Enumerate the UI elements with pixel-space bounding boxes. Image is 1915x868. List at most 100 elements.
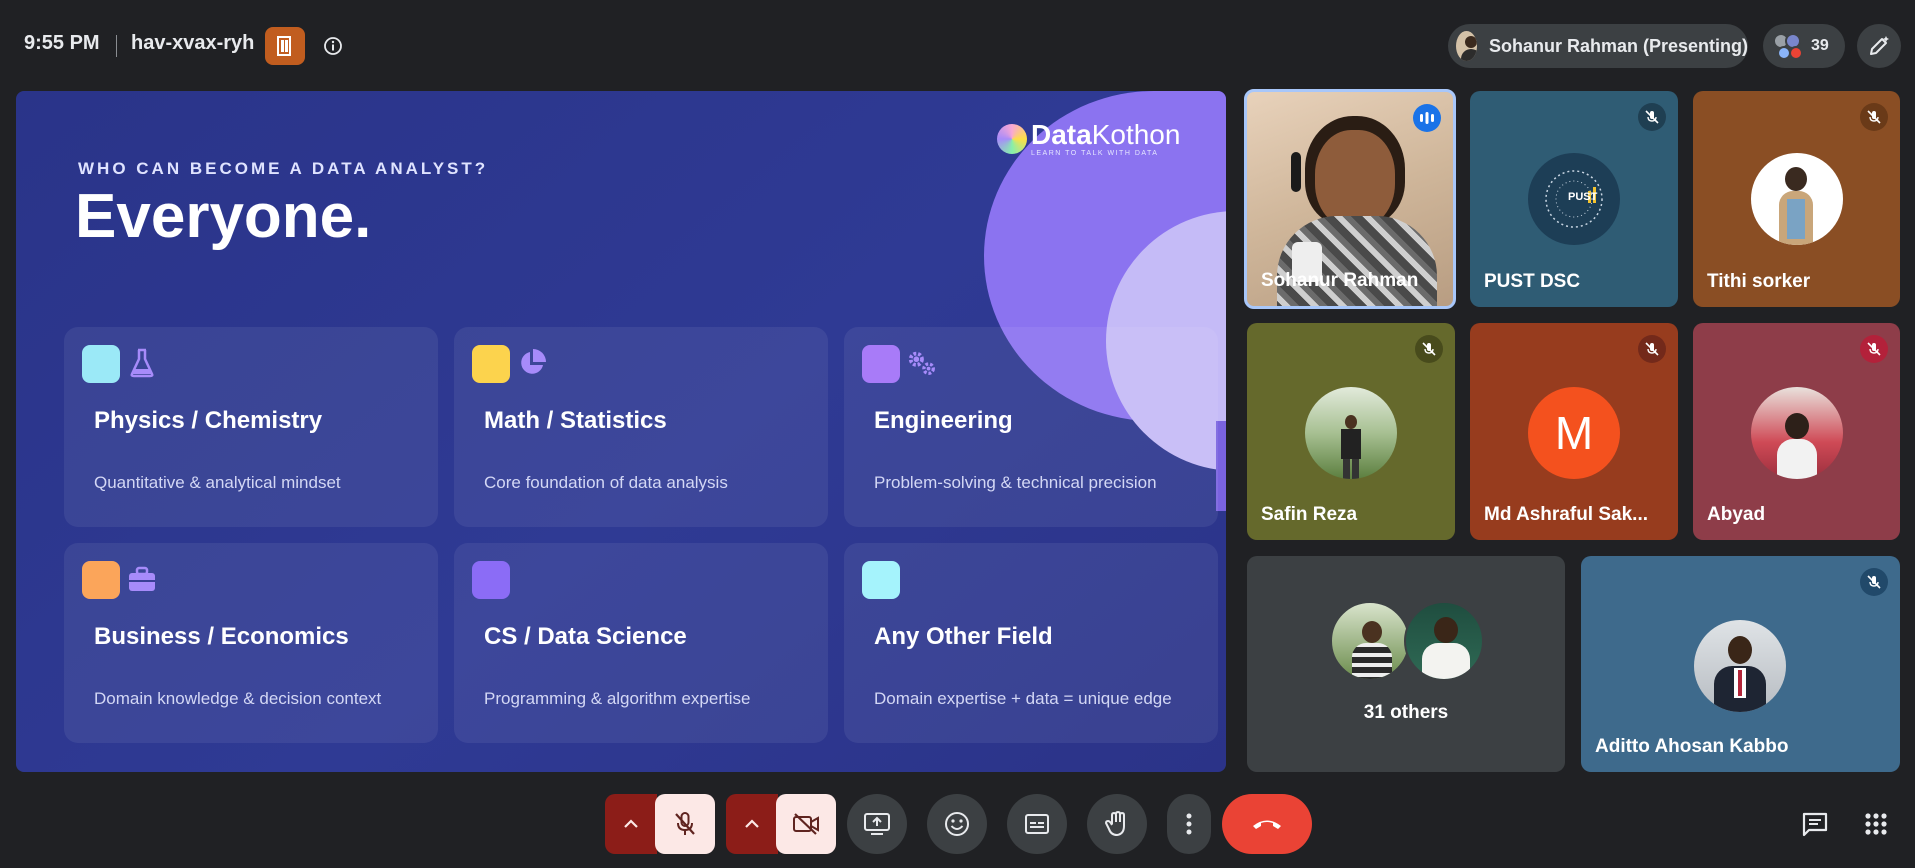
speaking-indicator-icon (1413, 104, 1441, 132)
pust-dsc-logo: PUST (1528, 153, 1620, 245)
leave-call-button[interactable] (1222, 794, 1312, 854)
participant-tile-sohanur[interactable]: Sohanur Rahman (1244, 89, 1456, 309)
field-card-engineering: Engineering Problem-solving & technical … (844, 327, 1218, 527)
chevron-up-icon (624, 819, 638, 828)
brand-tagline: LEARN TO TALK WITH DATA (1031, 150, 1159, 157)
slide-eyebrow: WHO CAN BECOME A DATA ANALYST? (78, 159, 489, 178)
brand-name: DataKothon (1031, 119, 1181, 150)
field-card-other: Any Other Field Domain expertise + data … (844, 543, 1218, 743)
card-title: Any Other Field (874, 623, 1053, 650)
field-card-business: Business / Economics Domain knowledge & … (64, 543, 438, 743)
muted-icon (1860, 335, 1888, 363)
participant-tile-safin[interactable]: Safin Reza (1247, 323, 1455, 540)
activities-button[interactable] (1856, 804, 1896, 844)
camera-toggle-button[interactable] (776, 794, 836, 854)
hang-up-icon (1253, 820, 1281, 829)
clock-time: 9:55 PM (24, 32, 100, 54)
avatar-letter: M (1554, 407, 1594, 459)
pie-chart-icon (516, 345, 548, 381)
card-color-square (862, 345, 900, 383)
card-desc: Quantitative & analytical mindset (94, 473, 341, 492)
avatar (1694, 620, 1786, 712)
card-color-square (472, 345, 510, 383)
emoji-icon (945, 812, 969, 836)
card-desc: Core foundation of data analysis (484, 473, 728, 492)
datakothon-logo-icon (997, 124, 1027, 154)
participant-tile-aditto[interactable]: Aditto Ahosan Kabbo (1581, 556, 1900, 772)
others-count: 31 others (1363, 702, 1449, 723)
briefcase-icon (126, 561, 158, 597)
card-color-square (82, 561, 120, 599)
host-controls-button[interactable] (265, 27, 305, 65)
present-screen-button[interactable] (847, 794, 907, 854)
field-card-math: Math / Statistics Core foundation of dat… (454, 327, 828, 527)
presentation-slide: DataKothon LEARN TO TALK WITH DATA WHO C… (16, 91, 1226, 772)
more-vertical-icon (1186, 813, 1192, 835)
field-card-cs: CS / Data Science Programming & algorith… (454, 543, 828, 743)
captions-button[interactable] (1007, 794, 1067, 854)
muted-icon (1415, 335, 1443, 363)
participant-name: Safin Reza (1261, 504, 1358, 525)
participant-count: 39 (1811, 37, 1829, 54)
brand-logo: DataKothon LEARN TO TALK WITH DATA (997, 121, 1180, 157)
more-options-button[interactable] (1167, 794, 1211, 854)
meeting-details-button[interactable] (320, 33, 346, 59)
card-color-square (472, 561, 510, 599)
participant-name: Sohanur Rahman (1261, 270, 1419, 291)
slide-headline: Everyone. (75, 182, 372, 251)
muted-icon (1638, 335, 1666, 363)
card-desc: Domain knowledge & decision context (94, 689, 382, 708)
participant-name: Md Ashraful Sak... (1484, 504, 1648, 525)
card-title: Business / Economics (94, 623, 349, 650)
presenting-indicator[interactable]: Sohanur Rahman (Presenting) (1448, 24, 1748, 68)
participant-tile-ashraful[interactable]: M Md Ashraful Sak... (1470, 323, 1678, 540)
apps-grid-icon (1865, 813, 1887, 835)
camera-off-icon (793, 813, 819, 835)
card-desc: Domain expertise + data = unique edge (874, 689, 1172, 708)
gears-icon (906, 345, 938, 381)
card-desc: Programming & algorithm expertise (484, 689, 751, 708)
mic-toggle-button[interactable] (655, 794, 715, 854)
avatar (1751, 387, 1843, 479)
divider (116, 35, 117, 57)
presenter-avatar (1456, 31, 1477, 61)
card-title: Engineering (874, 407, 1013, 434)
closed-captions-icon (1025, 814, 1049, 834)
participant-name: Aditto Ahosan Kabbo (1595, 736, 1789, 757)
avatar (1404, 601, 1484, 681)
participant-tile-abyad[interactable]: Abyad (1693, 323, 1900, 540)
people-button[interactable]: 39 (1763, 24, 1845, 68)
participant-name: Tithi sorker (1707, 271, 1811, 292)
participant-name: Abyad (1707, 504, 1766, 525)
camera-options-button[interactable] (726, 794, 778, 854)
pencil-sparkle-icon (1870, 36, 1889, 55)
raise-hand-button[interactable] (1087, 794, 1147, 854)
presenting-label: Sohanur Rahman (Presenting) (1488, 35, 1748, 56)
chat-icon (1802, 812, 1828, 837)
chat-button[interactable] (1795, 804, 1835, 844)
hand-icon (1105, 811, 1125, 836)
host-tools-button[interactable] (1857, 24, 1901, 68)
field-card-physics: Physics / Chemistry Quantitative & analy… (64, 327, 438, 527)
door-icon (277, 36, 291, 56)
meet-window: 9:55 PM hav-xvax-ryh Sohanur Rahman (Pre… (0, 0, 1915, 868)
participant-tile-others[interactable]: 31 others (1247, 556, 1565, 772)
avatar (1330, 601, 1410, 681)
participant-tile-pust-dsc[interactable]: PUST PUST DSC (1470, 91, 1678, 307)
mic-options-button[interactable] (605, 794, 657, 854)
people-avatars (1773, 31, 1803, 61)
meeting-code: hav-xvax-ryh (131, 32, 255, 54)
card-title: Physics / Chemistry (94, 407, 323, 434)
pust-logo-text: PUST (1568, 191, 1598, 203)
reactions-button[interactable] (927, 794, 987, 854)
card-color-square (862, 561, 900, 599)
muted-icon (1860, 103, 1888, 131)
card-color-square (82, 345, 120, 383)
participant-tile-tithi[interactable]: Tithi sorker (1693, 91, 1900, 307)
card-desc: Problem-solving & technical precision (874, 473, 1157, 492)
mic-off-icon (675, 812, 695, 835)
participant-name: PUST DSC (1484, 271, 1581, 292)
muted-icon (1638, 103, 1666, 131)
avatar-initial: M (1528, 387, 1620, 479)
card-title: CS / Data Science (484, 623, 687, 650)
